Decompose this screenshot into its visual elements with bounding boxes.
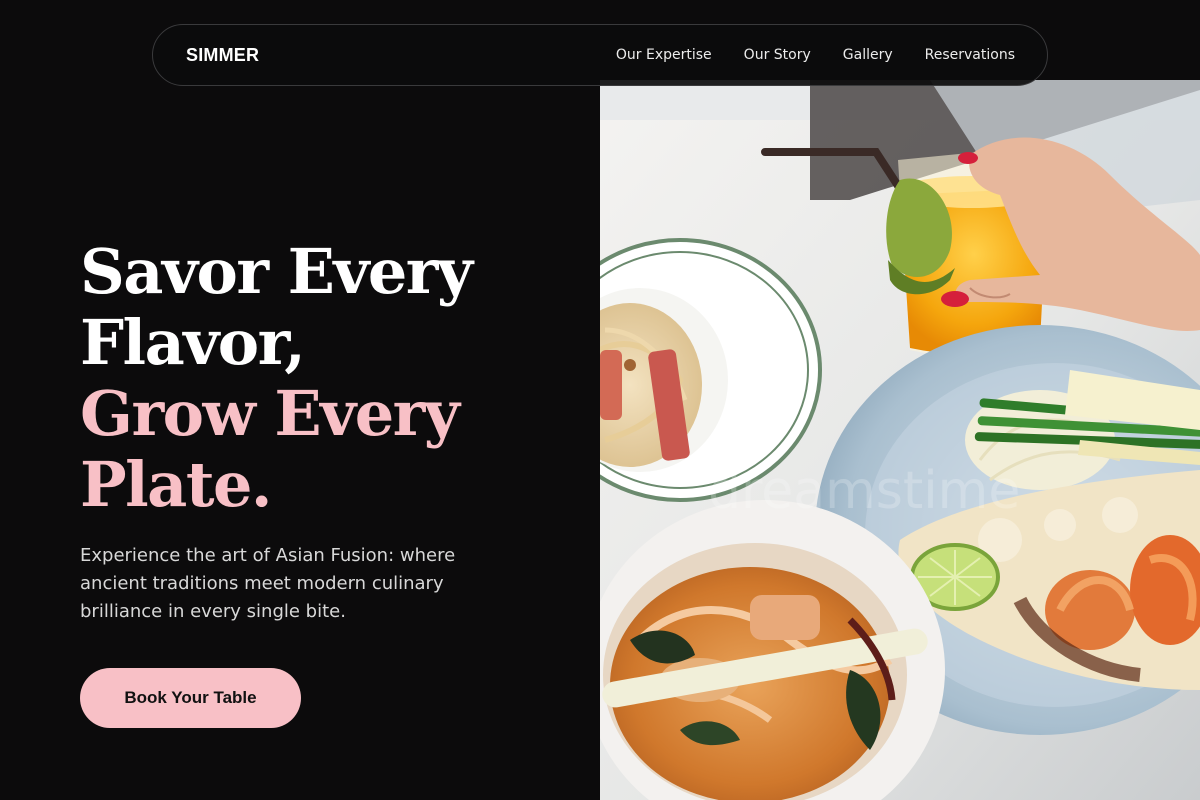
top-navigation: SIMMER Our Expertise Our Story Gallery R…: [152, 24, 1048, 86]
nav-links: Our Expertise Our Story Gallery Reservat…: [616, 47, 1015, 63]
headline-line-3: Grow Every: [80, 377, 460, 450]
hero-section: Savor Every Flavor, Grow Every Plate. Ex…: [80, 236, 560, 626]
headline-line-4: Plate.: [80, 448, 273, 521]
nav-link-reservations[interactable]: Reservations: [925, 47, 1015, 63]
hero-food-image: dreamstime: [600, 80, 1200, 800]
page: SIMMER Our Expertise Our Story Gallery R…: [0, 0, 1200, 800]
headline-line-2: Flavor,: [80, 306, 306, 379]
nav-link-gallery[interactable]: Gallery: [843, 47, 893, 63]
nav-link-our-expertise[interactable]: Our Expertise: [616, 47, 712, 63]
book-table-button[interactable]: Book Your Table: [80, 668, 301, 728]
hero-headline: Savor Every Flavor, Grow Every Plate.: [80, 236, 560, 520]
brand-logo[interactable]: SIMMER: [186, 45, 259, 66]
hero-subtitle: Experience the art of Asian Fusion: wher…: [80, 545, 456, 622]
image-watermark: dreamstime: [708, 461, 1020, 521]
headline-line-1: Savor Every: [80, 235, 473, 308]
nav-link-our-story[interactable]: Our Story: [744, 47, 811, 63]
